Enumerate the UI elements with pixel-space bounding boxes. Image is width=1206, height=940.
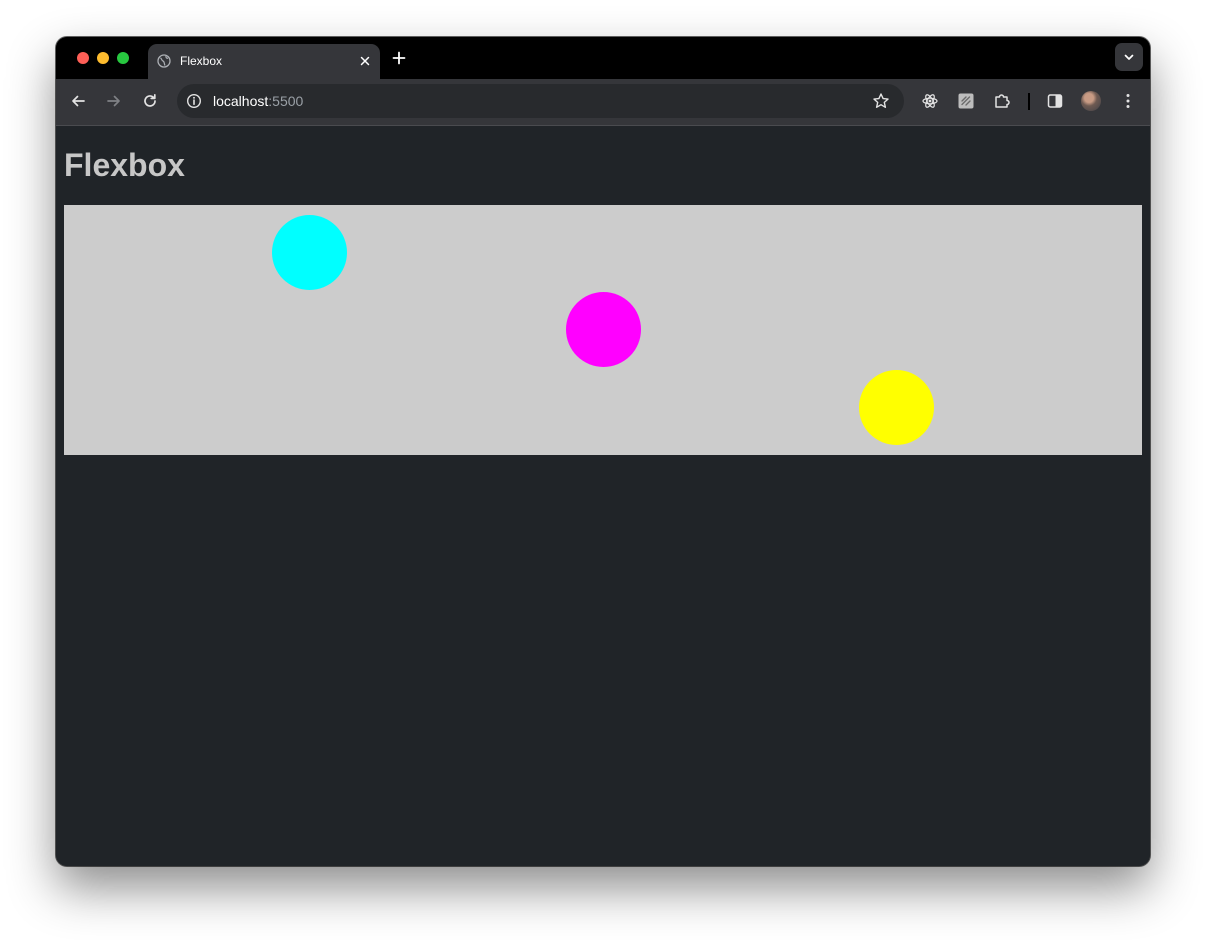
toolbar-divider [1028,93,1030,110]
react-devtools-icon[interactable] [921,92,939,110]
magenta-circle [566,292,641,367]
yellow-circle [859,370,934,445]
zoom-window-button[interactable] [117,52,129,64]
url-host: localhost [213,93,269,109]
forward-arrow-icon[interactable] [105,92,123,110]
side-panel-icon[interactable] [1046,92,1064,110]
reload-icon[interactable] [141,92,159,110]
close-tab-icon[interactable] [359,55,371,67]
site-info-icon[interactable] [186,93,202,109]
page-title: Flexbox [64,147,185,183]
more-menu-icon[interactable] [1119,92,1137,110]
tab-search-button[interactable] [1115,43,1143,71]
new-tab-icon[interactable] [392,51,406,65]
browser-window: Flexbox localhost:5500 Flexbox [56,37,1150,866]
tab-title: Flexbox [180,54,223,68]
bookmark-star-icon[interactable] [872,92,890,110]
address-bar[interactable]: localhost:5500 [177,84,904,118]
tab-strip: Flexbox [56,37,1150,79]
url-text: localhost:5500 [213,93,303,109]
page-viewport: Flexbox [56,126,1150,866]
flex-container [64,205,1142,455]
minimize-window-button[interactable] [97,52,109,64]
browser-toolbar: localhost:5500 [56,79,1150,126]
back-arrow-icon[interactable] [69,92,87,110]
cyan-circle [272,215,347,290]
extension-icon[interactable] [957,92,975,110]
url-port: :5500 [268,93,304,109]
globe-icon [157,54,171,68]
chevron-down-icon [1124,54,1134,60]
puzzle-extensions-icon[interactable] [993,92,1011,110]
close-window-button[interactable] [77,52,89,64]
tab-flexbox[interactable]: Flexbox [148,44,380,79]
profile-avatar[interactable] [1081,91,1101,111]
